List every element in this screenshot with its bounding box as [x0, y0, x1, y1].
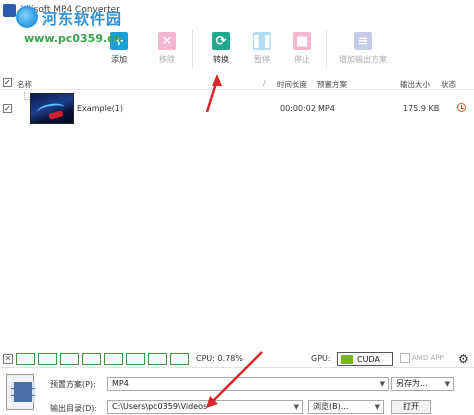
cpu-core-meter: [82, 353, 101, 365]
gpu-label: GPU:: [311, 354, 331, 363]
profile-select-value: MP4: [112, 379, 129, 388]
stop-label: 停止: [294, 55, 310, 64]
open-label: 打开: [403, 402, 419, 411]
remove-label: 移除: [159, 55, 175, 64]
gear-icon[interactable]: ⚙: [458, 353, 469, 365]
toolbar-divider: [326, 30, 327, 68]
cuda-label: CUDA: [357, 354, 380, 364]
cpu-core-meter: [170, 353, 189, 365]
chevron-down-icon: ▼: [374, 403, 380, 411]
save-as-button[interactable]: 另存为... ▼: [391, 377, 454, 391]
chevron-down-icon: ▼: [444, 380, 450, 388]
refresh-icon: ⟳: [212, 32, 230, 50]
stop-button[interactable]: ■ 停止: [282, 32, 322, 65]
file-duration: 00:00:02: [280, 104, 316, 113]
toolbar-divider: [192, 30, 193, 68]
remove-button[interactable]: ✕ 移除: [147, 32, 187, 65]
document-icon: ≡: [354, 32, 372, 50]
x-icon: ✕: [158, 32, 176, 50]
cpu-core-meter: [38, 353, 57, 365]
file-profile[interactable]: MP4: [318, 104, 335, 113]
column-name[interactable]: 名称: [17, 79, 32, 90]
browse-button[interactable]: 浏览(B)... ▼: [308, 400, 384, 414]
convert-button[interactable]: ⟳ 转换: [201, 32, 241, 65]
stop-icon: ■: [293, 32, 311, 50]
open-button[interactable]: 打开: [391, 400, 431, 414]
cpu-core-meter: [16, 353, 35, 365]
close-icon[interactable]: ✕: [3, 354, 13, 364]
select-all-checkbox[interactable]: ✓: [3, 78, 12, 87]
title-bar: Xilisoft MP4 Converter: [0, 0, 474, 20]
output-settings-panel: 预置方案(P): MP4 ▼ 另存为... ▼ 输出目录(D): C:\User…: [0, 367, 474, 415]
cpu-core-meter: [126, 353, 145, 365]
save-as-label: 另存为...: [396, 379, 428, 388]
app-icon: [3, 3, 16, 17]
browse-label: 浏览(B)...: [313, 402, 349, 411]
add-profile-label: 增加输出方案: [339, 55, 387, 64]
column-profile[interactable]: 预置方案: [317, 79, 347, 90]
convert-label: 转换: [213, 55, 229, 64]
file-size: 175.9 KB: [403, 104, 440, 113]
film-icon: [6, 374, 35, 410]
cpu-core-meter: [148, 353, 167, 365]
row-checkbox[interactable]: ✓: [3, 104, 12, 113]
pause-label: 暂停: [254, 55, 270, 64]
cpu-core-meter: [104, 353, 123, 365]
list-header: ✓ 名称 / 时间长度 预置方案 输出大小 状态: [0, 76, 474, 90]
column-duration[interactable]: 时间长度: [277, 79, 307, 90]
nvidia-icon: [341, 354, 353, 364]
cpu-core-meter: [60, 353, 79, 365]
pause-button[interactable]: ❚❚ 暂停: [242, 32, 282, 65]
amd-icon: [400, 353, 410, 363]
output-dir-value: C:\Users\pc0359\Videos: [112, 402, 208, 411]
amd-app-button[interactable]: AMD APP: [400, 353, 444, 363]
cpu-usage: CPU: 0.78%: [196, 354, 243, 363]
output-dir-label: 输出目录(D):: [50, 404, 98, 413]
column-status[interactable]: 状态: [441, 79, 456, 90]
chevron-down-icon: ▼: [379, 380, 385, 388]
video-thumbnail: [30, 93, 74, 124]
window-title: Xilisoft MP4 Converter: [20, 5, 120, 15]
clock-icon: [457, 103, 466, 112]
file-name: Example(1): [77, 104, 124, 113]
pause-icon: ❚❚: [251, 32, 273, 50]
output-dir-select[interactable]: C:\Users\pc0359\Videos ▼: [107, 400, 303, 414]
add-profile-button[interactable]: ≡ 增加输出方案: [338, 32, 388, 65]
add-button[interactable]: + 添加: [99, 32, 139, 65]
column-divider: /: [263, 79, 266, 88]
table-row[interactable]: ✓ Example(1) 00:00:02 MP4 175.9 KB: [0, 91, 474, 127]
chevron-down-icon: ▼: [293, 403, 299, 411]
add-label: 添加: [111, 55, 127, 64]
status-bar: ✕ CPU: 0.78% GPU: CUDA AMD APP ⚙: [0, 351, 474, 367]
cuda-button[interactable]: CUDA: [337, 352, 393, 366]
profile-label: 预置方案(P):: [50, 380, 96, 389]
column-output-size[interactable]: 输出大小: [400, 79, 430, 90]
amd-label: AMD APP: [412, 354, 444, 362]
toolbar: + 添加 ✕ 移除 ⟳ 转换 ❚❚ 暂停 ■ 停止 ≡ 增加输出方案: [0, 20, 474, 74]
profile-select[interactable]: MP4 ▼: [107, 377, 389, 391]
plus-icon: +: [110, 32, 128, 50]
